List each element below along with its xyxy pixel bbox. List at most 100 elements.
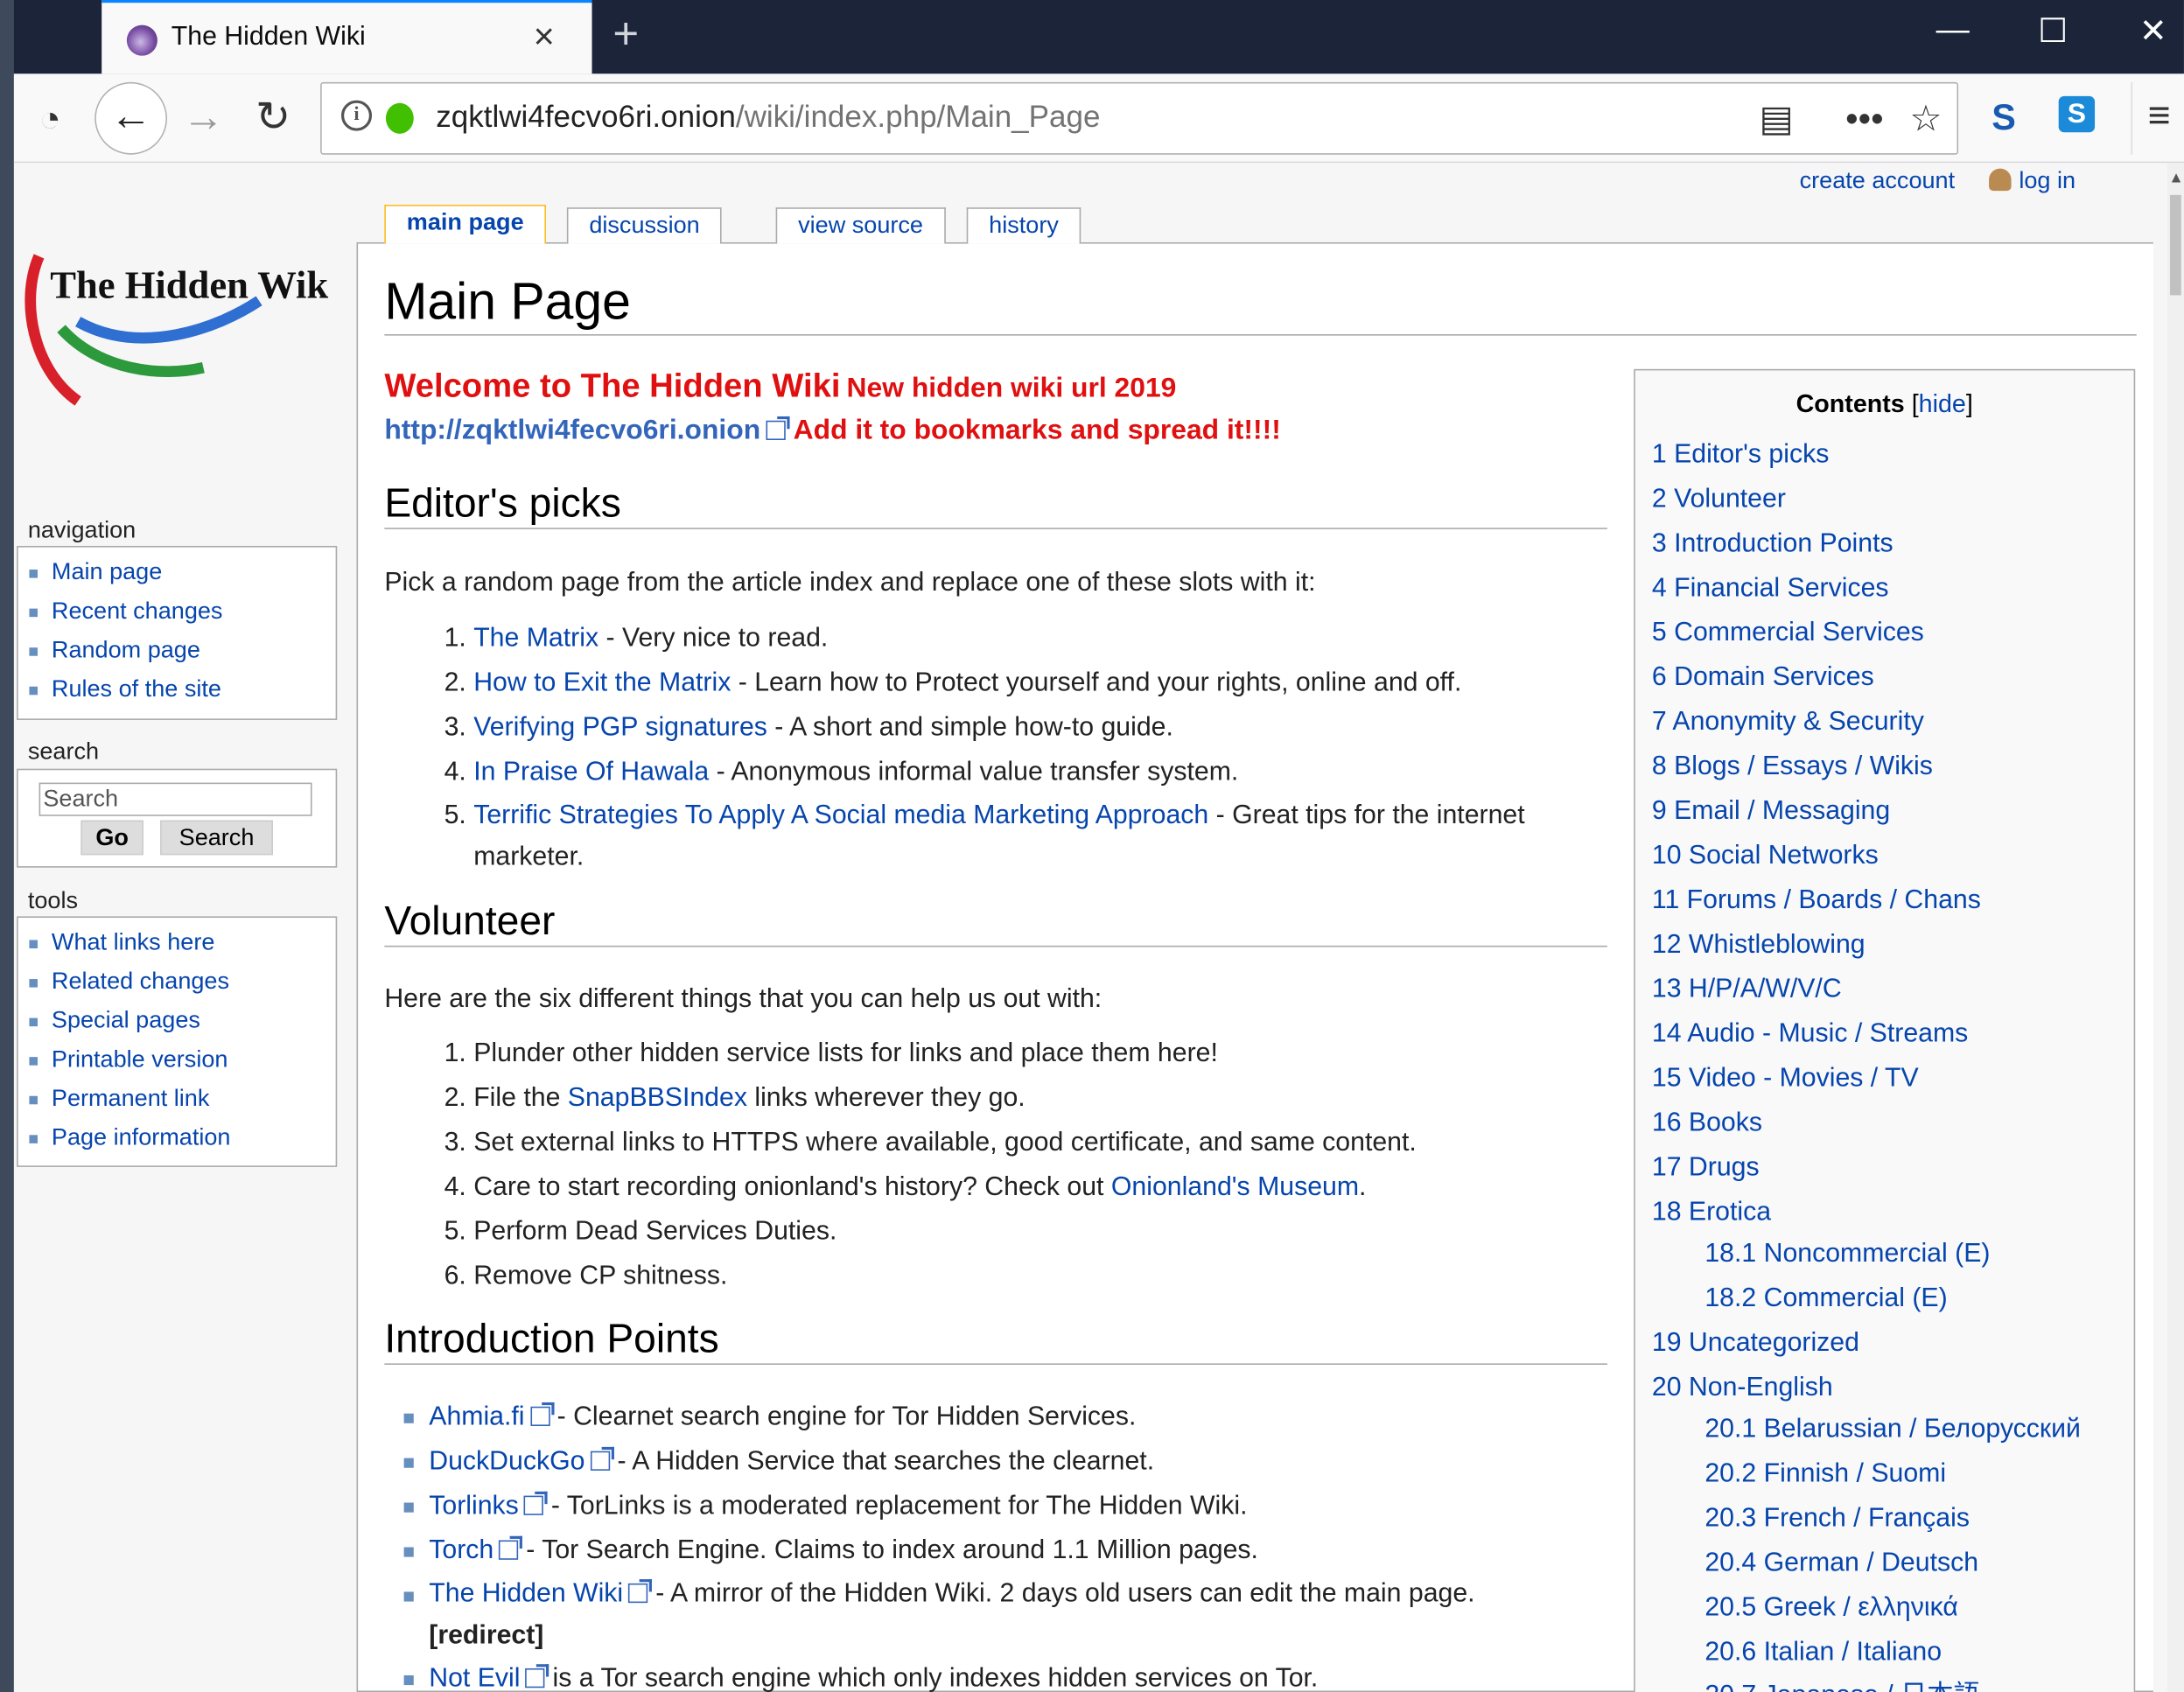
toc-item[interactable]: 20.2 Finnish / Suomi [1704, 1459, 1946, 1490]
onion-url-link[interactable]: http://zqktlwi4fecvo6ri.onion [384, 415, 760, 445]
skype-s-icon[interactable]: S [1992, 96, 2016, 139]
reader-view-icon[interactable]: ▤ [1759, 97, 1793, 140]
intro-link[interactable]: Torlinks [429, 1492, 519, 1521]
intro-link[interactable]: Ahmia.fi [429, 1402, 524, 1431]
search-input[interactable]: Search [38, 782, 312, 816]
new-tab-icon[interactable]: + [612, 9, 639, 60]
toc-item[interactable]: 4 Financial Services [1652, 574, 1889, 605]
toc-item[interactable]: 12 Whistleblowing [1652, 930, 1866, 961]
menu-icon[interactable]: ≡ [2148, 94, 2171, 138]
tool-label[interactable]: Permanent link [52, 1085, 209, 1111]
toc-item[interactable]: 9 Email / Messaging [1652, 797, 1890, 828]
forward-button[interactable]: → [176, 90, 232, 146]
address-bar[interactable]: i zqktlwi4fecvo6ri.onion/wiki/index.php/… [320, 81, 1959, 155]
snapbbsindex-link[interactable]: SnapBBSIndex [568, 1083, 747, 1112]
toc-item[interactable]: 15 Video - Movies / TV [1652, 1064, 1919, 1094]
editors-link[interactable]: The Matrix [473, 624, 598, 653]
tab-discussion-label[interactable]: discussion [589, 212, 699, 238]
tool-label[interactable]: Special pages [52, 1007, 200, 1033]
tor-button-icon[interactable]: ◔ [22, 90, 78, 146]
toc-item[interactable]: 18.2 Commercial (E) [1704, 1284, 1947, 1315]
toc-item[interactable]: 20 Non-English [1652, 1374, 1833, 1404]
onionland-museum-link[interactable]: Onionland's Museum [1111, 1172, 1359, 1201]
tool-what-links-here[interactable]: What links here [29, 923, 336, 962]
log-in-link[interactable]: log in [2019, 167, 2076, 193]
toc-item[interactable]: 19 Uncategorized [1652, 1329, 1859, 1360]
intro-link[interactable]: Not Evil [429, 1664, 520, 1692]
editors-link[interactable]: Verifying PGP signatures [473, 713, 767, 742]
sidebar-item-label[interactable]: Random page [52, 636, 200, 662]
tab-main-page[interactable]: main page [384, 204, 547, 244]
tab-view-source[interactable]: view source [775, 207, 946, 244]
close-window-icon[interactable]: ✕ [2125, 11, 2181, 52]
tool-label[interactable]: Page information [52, 1124, 231, 1150]
scrollbar[interactable] [2166, 163, 2184, 1692]
sidebar-item-label[interactable]: Recent changes [52, 598, 223, 624]
toc-item[interactable]: 17 Drugs [1652, 1153, 1760, 1184]
sidebar-item-recent-changes[interactable]: Recent changes [29, 592, 336, 632]
toc-item[interactable]: 20.1 Belarussian / Белорусский [1704, 1415, 2081, 1445]
info-icon[interactable]: i [340, 100, 373, 131]
toc-item[interactable]: 16 Books [1652, 1108, 1762, 1139]
intro-link[interactable]: DuckDuckGo [429, 1447, 584, 1476]
toc-item[interactable]: 5 Commercial Services [1652, 619, 1924, 649]
toc-item[interactable]: 8 Blogs / Essays / Wikis [1652, 752, 1933, 783]
back-button[interactable]: ← [94, 81, 168, 155]
toc-item[interactable]: 3 Introduction Points [1652, 529, 1894, 560]
toc-item[interactable]: 18 Erotica [1652, 1198, 1771, 1228]
toc-item[interactable]: 14 Audio - Music / Streams [1652, 1019, 1968, 1050]
scrollbar-thumb[interactable] [2170, 194, 2181, 296]
tab-view-source-label[interactable]: view source [798, 212, 923, 238]
skype-extension-icon[interactable]: S [2058, 95, 2096, 133]
intro-link[interactable]: Torch [429, 1536, 494, 1565]
intro-link[interactable]: The Hidden Wiki [429, 1579, 623, 1608]
tool-page-information[interactable]: Page information [29, 1118, 336, 1157]
toc-item[interactable]: 20.4 German / Deutsch [1704, 1549, 1978, 1579]
toc-item[interactable]: 7 Anonymity & Security [1652, 708, 1924, 738]
toc-item[interactable]: 1 Editor's picks [1652, 440, 1829, 471]
toc-item[interactable]: 10 Social Networks [1652, 841, 1879, 871]
tool-special-pages[interactable]: Special pages [29, 1002, 336, 1041]
create-account-link[interactable]: create account [1800, 167, 1956, 193]
toc-item[interactable]: 20.6 Italian / Italiano [1704, 1638, 1942, 1668]
reload-button[interactable]: ↻ [245, 90, 301, 146]
sidebar-item-label[interactable]: Rules of the site [52, 675, 221, 702]
toc-hide-link[interactable]: hide [1919, 390, 1966, 418]
go-button[interactable]: Go [80, 820, 144, 856]
sidebar-item-main-page[interactable]: Main page [29, 553, 336, 592]
sidebar-item-random-page[interactable]: Random page [29, 631, 336, 670]
tool-printable-version[interactable]: Printable version [29, 1040, 336, 1080]
tab-main-page-label[interactable]: main page [407, 209, 524, 235]
close-tab-icon[interactable]: × [534, 16, 555, 59]
sidebar-item-label[interactable]: Main page [52, 558, 162, 584]
tool-related-changes[interactable]: Related changes [29, 962, 336, 1002]
search-button[interactable]: Search [160, 820, 273, 856]
tab-history[interactable]: history [966, 207, 1082, 244]
editors-link[interactable]: How to Exit the Matrix [473, 668, 731, 697]
minimize-icon[interactable]: — [1925, 11, 1981, 51]
scroll-up-icon[interactable]: ▲ [2168, 170, 2183, 186]
sidebar-item-rules[interactable]: Rules of the site [29, 670, 336, 710]
tool-label[interactable]: Printable version [52, 1045, 228, 1072]
toc-item[interactable]: 20.3 French / Français [1704, 1504, 1970, 1535]
site-logo[interactable]: The Hidden Wiki [22, 245, 340, 419]
tab-discussion[interactable]: discussion [566, 207, 723, 244]
toc-item[interactable]: 11 Forums / Boards / Chans [1652, 885, 1981, 916]
toc-item[interactable]: 13 H/P/A/W/V/C [1652, 975, 1842, 1005]
editors-link[interactable]: Terrific Strategies To Apply A Social me… [473, 801, 1208, 829]
bookmark-star-icon[interactable]: ☆ [1909, 97, 1942, 140]
toc-item[interactable]: 20.5 Greek / ελληνικά [1704, 1593, 1957, 1624]
tool-permanent-link[interactable]: Permanent link [29, 1080, 336, 1119]
toc-item[interactable]: 18.1 Noncommercial (E) [1704, 1240, 1990, 1270]
page-actions-icon[interactable]: ••• [1845, 97, 1883, 140]
toc-item[interactable]: 6 Domain Services [1652, 663, 1874, 694]
maximize-icon[interactable]: ☐ [2025, 11, 2081, 52]
toc-item[interactable]: 2 Volunteer [1652, 485, 1786, 515]
url-text[interactable]: zqktlwi4fecvo6ri.onion/wiki/index.php/Ma… [436, 99, 1100, 135]
editors-link[interactable]: In Praise Of Hawala [473, 758, 709, 787]
tab-history-label[interactable]: history [989, 212, 1059, 238]
tool-label[interactable]: Related changes [52, 968, 229, 994]
toc-item[interactable]: 20.7 Japanese / 日本語 [1704, 1674, 1979, 1692]
tool-label[interactable]: What links here [52, 929, 215, 955]
browser-tab[interactable]: The Hidden Wiki × [102, 0, 592, 74]
